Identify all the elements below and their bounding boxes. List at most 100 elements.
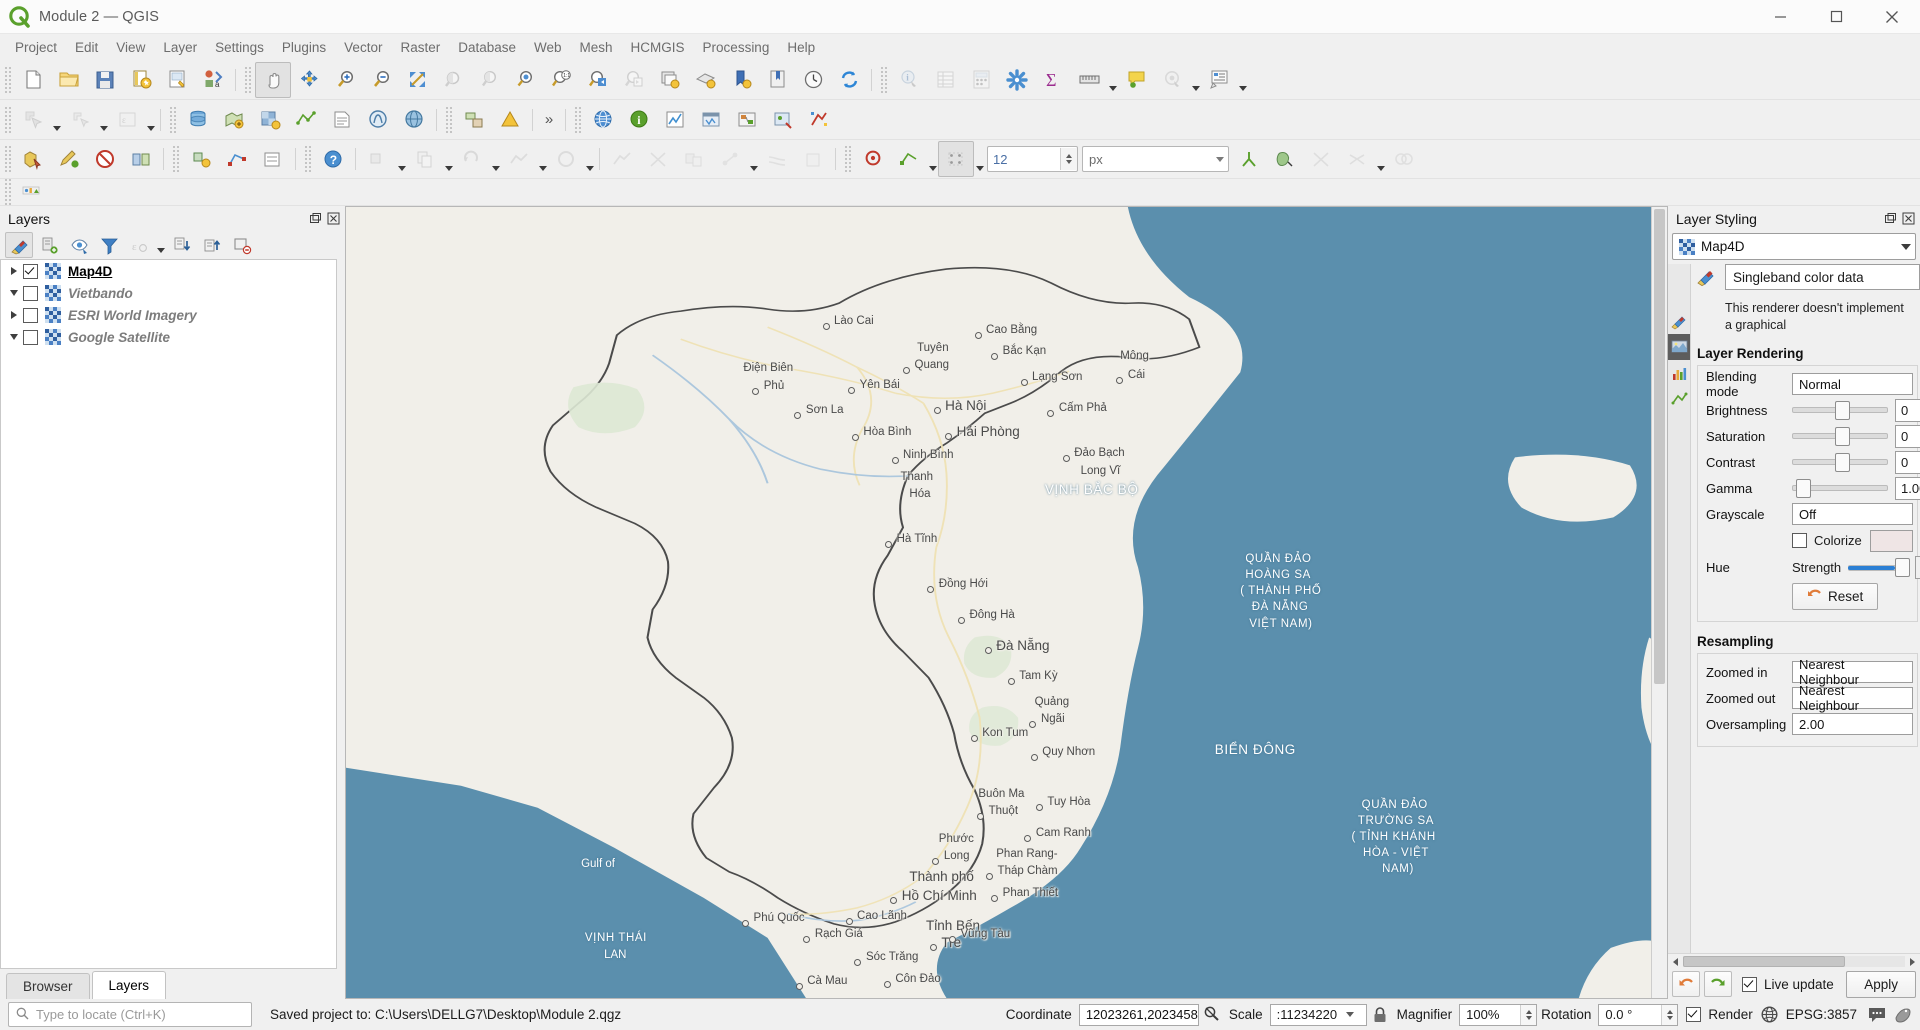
tab-browser[interactable]: Browser: [6, 973, 90, 999]
add-ring-icon[interactable]: [548, 141, 584, 177]
deselect-icon[interactable]: [62, 102, 98, 138]
crs-globe-icon[interactable]: [1757, 1003, 1783, 1027]
toolbar-grip-annotation[interactable]: [3, 179, 12, 205]
filter-legend-caret[interactable]: [155, 229, 166, 262]
add-mesh-layer-icon[interactable]: [288, 102, 324, 138]
select-features-icon[interactable]: [15, 102, 51, 138]
open-layer-styling-panel-icon[interactable]: [5, 232, 33, 258]
expand-all-icon[interactable]: [168, 232, 196, 258]
layer-visibility-checkbox[interactable]: [23, 285, 38, 301]
topological-editing-icon[interactable]: [1231, 141, 1267, 177]
offset-curve-icon[interactable]: [759, 141, 795, 177]
layout-manager-caret[interactable]: [1237, 61, 1248, 98]
style-manager-icon[interactable]: a: [195, 62, 231, 98]
menu-web[interactable]: Web: [525, 37, 571, 58]
scroll-right-icon[interactable]: [1905, 955, 1920, 969]
filter-legend-icon[interactable]: [95, 232, 123, 258]
grayscale-select[interactable]: Off: [1792, 503, 1913, 526]
toolbar-grip-map-nav[interactable]: [243, 66, 252, 93]
add-group-icon[interactable]: [35, 232, 63, 258]
menu-raster[interactable]: Raster: [391, 37, 449, 58]
reshape-features-icon[interactable]: [604, 141, 640, 177]
saturation-value[interactable]: 0: [1895, 424, 1920, 448]
pan-to-selection-icon[interactable]: [291, 62, 327, 98]
delete-selected-icon[interactable]: [795, 141, 831, 177]
new-project-icon[interactable]: [15, 62, 51, 98]
snapping-tolerance-stepper[interactable]: [987, 146, 1078, 172]
close-button[interactable]: [1864, 0, 1920, 33]
snapping-enabled-icon[interactable]: [855, 141, 891, 177]
new-print-layout-icon[interactable]: [159, 62, 195, 98]
split-parts-icon[interactable]: [1339, 141, 1375, 177]
warning-triangle-icon[interactable]: [492, 102, 528, 138]
move-feature-caret[interactable]: [396, 141, 407, 178]
toolbar-grip-attributes[interactable]: [879, 66, 888, 93]
processing-toolbox-icon[interactable]: [729, 102, 765, 138]
menu-view[interactable]: View: [107, 37, 154, 58]
node-tool-caret[interactable]: [748, 141, 759, 178]
transparency-tab-icon[interactable]: [1668, 334, 1690, 360]
measure-line-icon[interactable]: [1071, 62, 1107, 98]
copy-features-caret[interactable]: [443, 141, 454, 178]
scrollbar-track[interactable]: [1683, 956, 1905, 967]
render-toggle-row[interactable]: Render: [1686, 1003, 1753, 1027]
scale-select[interactable]: :11234220: [1269, 1003, 1367, 1026]
open-data-source-manager-icon[interactable]: [180, 102, 216, 138]
add-delimited-text-layer-icon[interactable]: [324, 102, 360, 138]
menu-database[interactable]: Database: [449, 37, 525, 58]
measure-dropdown-caret[interactable]: [1107, 61, 1118, 98]
collapse-all-icon[interactable]: [198, 232, 226, 258]
snapping-tolerance-input[interactable]: [988, 148, 1060, 170]
tab-layers[interactable]: Layers: [91, 971, 167, 999]
merge-features-icon[interactable]: [676, 141, 712, 177]
undo-style-icon[interactable]: [1672, 971, 1700, 997]
menu-help[interactable]: Help: [778, 37, 824, 58]
split-features-icon[interactable]: [640, 141, 676, 177]
move-feature-icon[interactable]: [360, 141, 396, 177]
cad-tools-icon[interactable]: [456, 102, 492, 138]
show-bookmarks-icon[interactable]: [759, 62, 795, 98]
feature-action-caret[interactable]: [1190, 61, 1201, 98]
toolbar-grip-snapping[interactable]: [843, 146, 852, 172]
refresh-icon[interactable]: [831, 62, 867, 98]
saturation-slider[interactable]: [1792, 426, 1888, 446]
float-panel-icon[interactable]: [1883, 211, 1898, 226]
qgis2web-icon[interactable]: [693, 102, 729, 138]
histogram-tab-icon[interactable]: [1668, 360, 1690, 386]
metasearch-icon[interactable]: [585, 102, 621, 138]
toolbar-grip-datasource[interactable]: [168, 106, 177, 133]
magnifier-stepper[interactable]: 100%: [1459, 1003, 1538, 1026]
options-icon[interactable]: [999, 62, 1035, 98]
contrast-slider[interactable]: [1792, 452, 1888, 472]
select-caret[interactable]: [51, 101, 62, 138]
trim-extend-icon[interactable]: [1303, 141, 1339, 177]
toolbar-grip-advanced[interactable]: [171, 146, 180, 172]
menu-plugins[interactable]: Plugins: [273, 37, 335, 58]
zoom-native-icon[interactable]: [435, 62, 471, 98]
locator-bar[interactable]: Type to locate (Ctrl+K): [8, 1002, 252, 1027]
statistical-summary-icon[interactable]: Σ: [1035, 62, 1071, 98]
modify-attributes-icon[interactable]: [255, 141, 291, 177]
select-by-expression-icon[interactable]: ε: [109, 102, 145, 138]
remove-layer-icon[interactable]: [228, 232, 256, 258]
zoomed-out-select[interactable]: Nearest Neighbour: [1792, 683, 1913, 713]
new-3d-map-view-icon[interactable]: [687, 62, 723, 98]
scroll-left-icon[interactable]: [1668, 955, 1683, 969]
zoom-to-native-resolution-icon[interactable]: 1:1: [543, 62, 579, 98]
identify-features-icon[interactable]: i: [891, 62, 927, 98]
apply-button[interactable]: Apply: [1846, 970, 1916, 998]
expand-collapse-icon[interactable]: [5, 326, 23, 348]
manage-map-themes-icon[interactable]: [65, 232, 93, 258]
add-ring-caret[interactable]: [584, 141, 595, 178]
expand-collapse-icon[interactable]: [5, 304, 23, 326]
contrast-value[interactable]: 0: [1895, 450, 1920, 474]
minimize-button[interactable]: [1752, 0, 1808, 33]
layer-tree[interactable]: Map4D Vietbando ESRI World Imagery Googl…: [0, 259, 337, 969]
select-expression-caret[interactable]: [145, 101, 156, 138]
menu-hcmgis[interactable]: HCMGIS: [622, 37, 694, 58]
zoom-full-icon[interactable]: [399, 62, 435, 98]
menu-processing[interactable]: Processing: [694, 37, 779, 58]
new-bookmark-icon[interactable]: [723, 62, 759, 98]
layer-row-map4d[interactable]: Map4D: [1, 260, 336, 282]
blending-mode-select[interactable]: Normal: [1792, 373, 1913, 396]
